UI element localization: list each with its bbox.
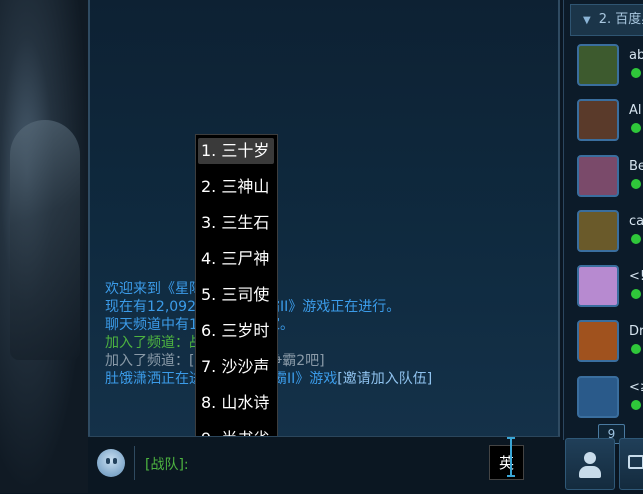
chat-line-join-channel: 加入了频道：[2. 百度星际争霸2吧] xyxy=(105,353,325,369)
chevron-down-icon: ▼ xyxy=(583,15,591,26)
online-status-icon xyxy=(631,234,641,244)
chat-log: 欢迎来到《星际争霸II》！ 现在有12,092场《星际争霸II》游戏正在进行。 … xyxy=(105,280,545,388)
member-item[interactable]: <! xyxy=(577,265,643,311)
online-status-icon xyxy=(631,344,641,354)
member-name: <≥ xyxy=(629,380,643,395)
ime-candidate[interactable]: 6. 三岁时 xyxy=(196,318,277,354)
member-name: ab xyxy=(629,48,643,63)
ime-candidate[interactable]: 8. 山水诗 xyxy=(196,390,277,426)
online-status-icon xyxy=(631,400,641,410)
channel-tag: [战队]: xyxy=(145,457,189,473)
invite-to-party-link[interactable]: [邀请加入队伍] xyxy=(337,371,432,387)
avatar xyxy=(577,155,619,197)
avatar xyxy=(577,320,619,362)
avatar xyxy=(577,265,619,307)
online-status-icon xyxy=(631,289,641,299)
emoji-icon[interactable] xyxy=(97,449,125,477)
chat-line-welcome: 欢迎来到《星际争霸II》！ xyxy=(105,281,268,297)
window-icon xyxy=(628,455,643,469)
channel-header[interactable]: ▼ 2. 百度星际争霸2吧 xyxy=(570,4,643,36)
member-name: ca xyxy=(629,214,643,229)
ime-candidate[interactable]: 2. 三神山 xyxy=(196,174,277,210)
ime-candidate[interactable]: 5. 三司使 xyxy=(196,282,277,318)
ime-candidate[interactable]: 1. 三十岁 xyxy=(196,138,277,174)
avatar xyxy=(577,210,619,252)
chat-input[interactable] xyxy=(192,448,486,482)
member-item[interactable]: Dr xyxy=(577,320,643,366)
friends-button[interactable] xyxy=(565,438,615,490)
ime-candidate[interactable]: 7. 沙沙声 xyxy=(196,354,277,390)
member-item[interactable]: ab xyxy=(577,44,643,90)
online-status-icon xyxy=(631,68,641,78)
online-status-icon xyxy=(631,123,641,133)
member-name: Be xyxy=(629,159,643,174)
avatar xyxy=(577,99,619,141)
divider xyxy=(134,446,135,480)
ime-candidate-popup: 1. 三十岁 2. 三神山 3. 三生石 4. 三尸神 5. 三司使 6. 三岁… xyxy=(195,134,278,452)
member-item[interactable]: ca xyxy=(577,210,643,256)
member-item[interactable]: Al xyxy=(577,99,643,145)
member-name: Dr xyxy=(629,324,643,339)
chat-line-friend-status: 肚饿潇洒正在进行《星际争霸II》游戏[邀请加入队伍] xyxy=(105,370,545,388)
channel-header-label: 2. 百度星际争霸2吧 xyxy=(598,12,643,27)
member-item[interactable]: <≥ xyxy=(577,376,643,422)
window-button[interactable] xyxy=(619,438,643,490)
background-art xyxy=(0,0,90,493)
online-status-icon xyxy=(631,179,641,189)
avatar xyxy=(577,44,619,86)
member-item[interactable]: Be xyxy=(577,155,643,201)
chat-line-join-clan: 加入了频道：战队 xyxy=(105,335,217,351)
member-name: Al xyxy=(629,103,642,118)
text-cursor-icon xyxy=(507,437,515,477)
chat-line-players: 聊天频道中有13,507位玩家。 xyxy=(105,316,545,334)
person-icon xyxy=(584,452,596,464)
member-name: <! xyxy=(629,269,643,284)
ime-candidate[interactable]: 4. 三尸神 xyxy=(196,246,277,282)
chat-line-games: 现在有12,092场《星际争霸II》游戏正在进行。 xyxy=(105,298,545,316)
ime-candidate[interactable]: 3. 三生石 xyxy=(196,210,277,246)
avatar xyxy=(577,376,619,418)
